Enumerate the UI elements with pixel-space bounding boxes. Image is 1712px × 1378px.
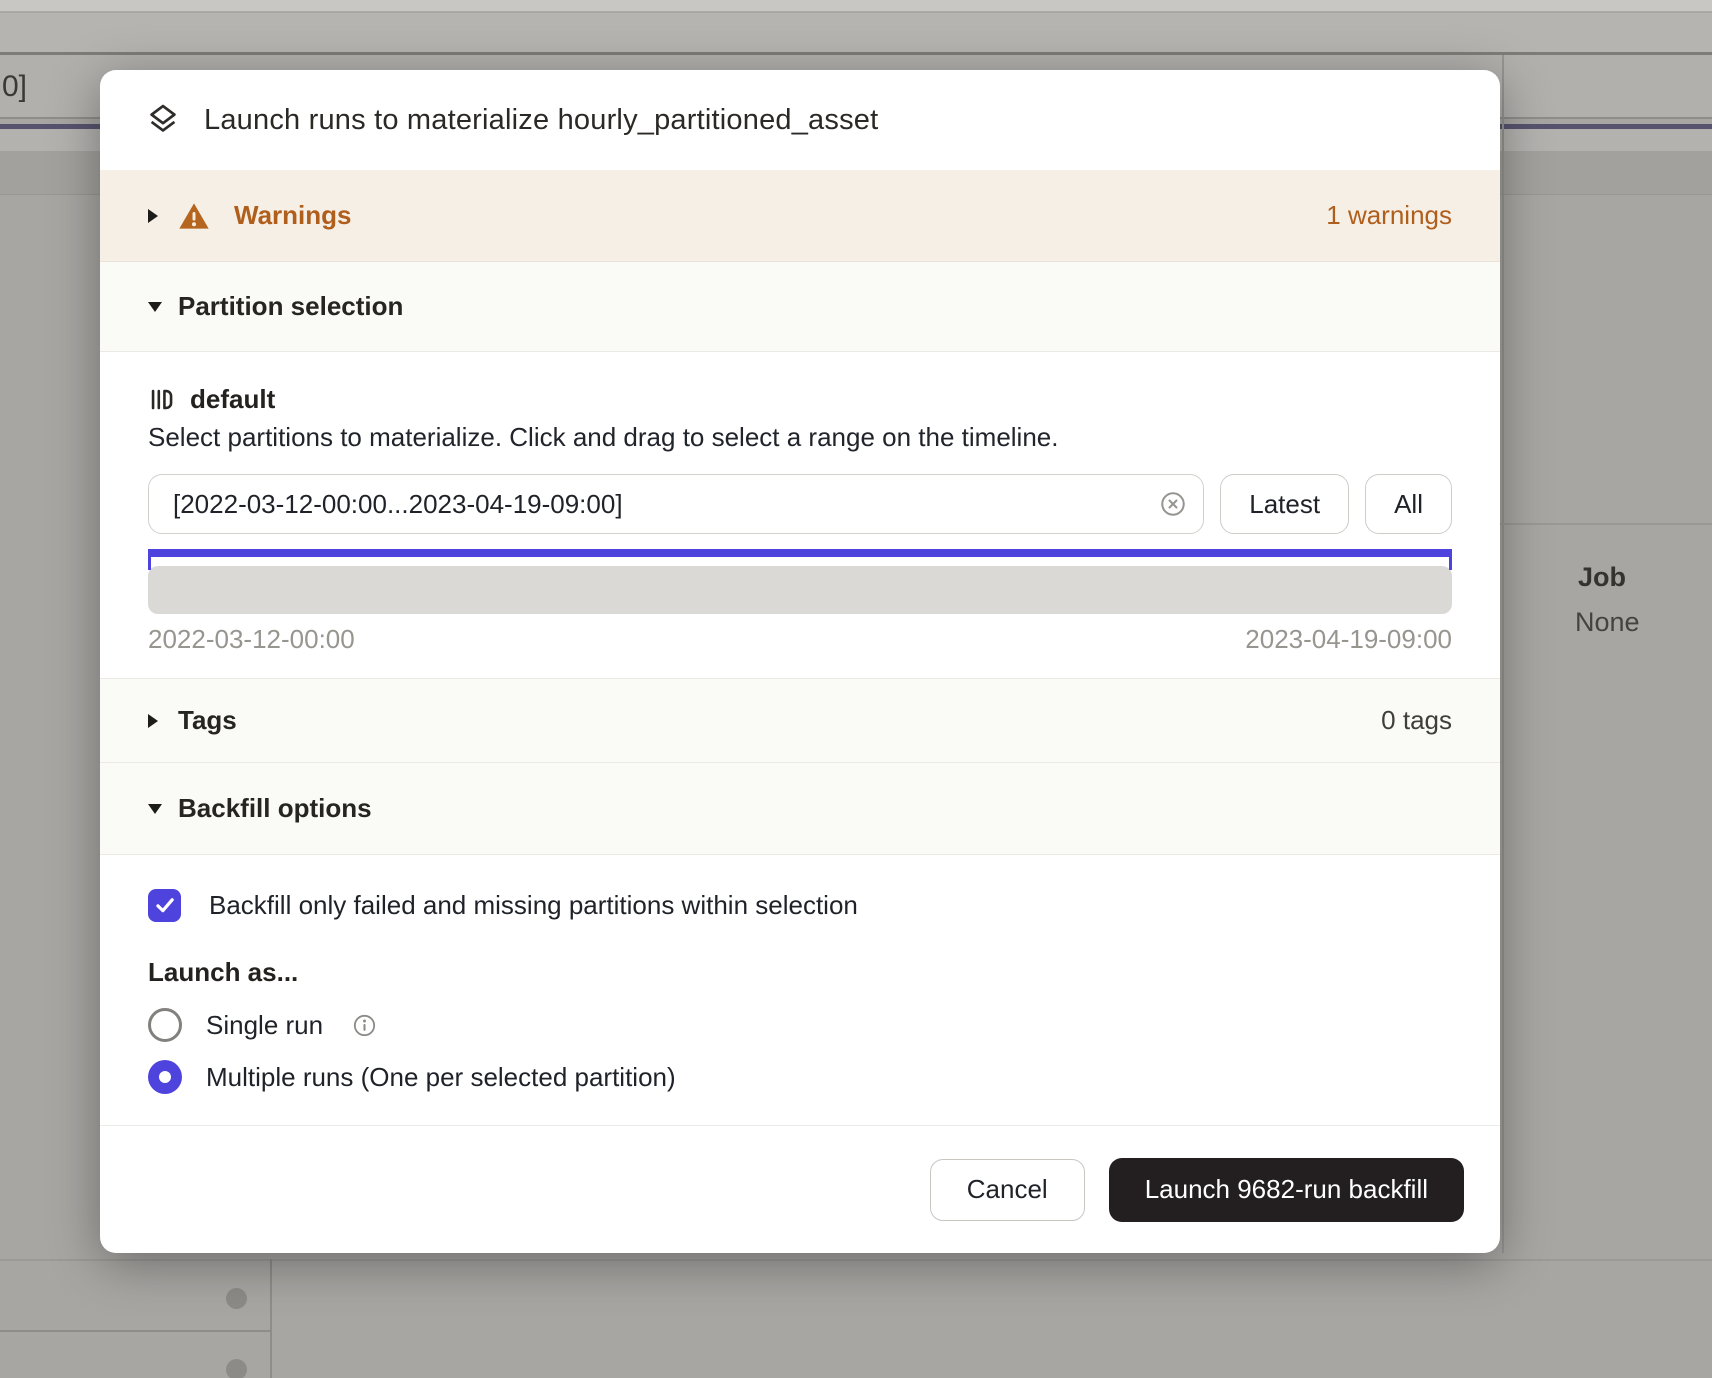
launch-backfill-button[interactable]: Launch 9682-run backfill <box>1109 1158 1464 1222</box>
bg-row-divider <box>0 1259 1712 1261</box>
bg-column-divider <box>1502 55 1504 1253</box>
chevron-down-icon <box>148 302 162 312</box>
single-run-label: Single run <box>206 1010 323 1041</box>
partition-selection-bar <box>148 549 1452 557</box>
clear-selection-button[interactable] <box>1158 489 1188 519</box>
backfill-options-toggle[interactable]: Backfill options <box>100 763 1500 855</box>
info-icon[interactable] <box>351 1012 378 1039</box>
backfill-checkbox-label: Backfill only failed and missing partiti… <box>209 890 858 921</box>
bg-job-column-value: None <box>1575 607 1640 638</box>
timeline-start-label: 2022-03-12-00:00 <box>148 624 355 655</box>
chevron-right-icon <box>148 209 158 223</box>
backfill-options-body: Backfill only failed and missing partiti… <box>100 855 1500 1125</box>
timeline-end-label: 2023-04-19-09:00 <box>1245 624 1452 655</box>
bg-clipped-text: 0] <box>2 70 27 104</box>
partition-selection-body: default Select partitions to materialize… <box>100 352 1500 678</box>
dialog-title: Launch runs to materialize hourly_partit… <box>204 104 878 137</box>
multiple-runs-label: Multiple runs (One per selected partitio… <box>206 1062 676 1093</box>
warnings-section-toggle[interactable]: Warnings 1 warnings <box>100 170 1500 262</box>
bg-top-band <box>0 0 1712 12</box>
chevron-right-icon <box>148 714 158 728</box>
warnings-count: 1 warnings <box>1326 200 1452 231</box>
tags-section-toggle[interactable]: Tags 0 tags <box>100 678 1500 763</box>
partition-set-icon <box>148 386 175 413</box>
single-run-radio[interactable] <box>148 1008 182 1042</box>
tags-label: Tags <box>178 705 237 736</box>
partition-selection-toggle[interactable]: Partition selection <box>100 262 1500 352</box>
warning-triangle-icon <box>178 200 210 232</box>
latest-button[interactable]: Latest <box>1220 474 1349 534</box>
bg-toolbar-band <box>0 13 1712 52</box>
partition-instructions: Select partitions to materialize. Click … <box>148 422 1452 456</box>
bg-status-dot <box>226 1359 247 1378</box>
bg-column-divider <box>270 1259 272 1378</box>
bg-status-dot <box>226 1288 247 1309</box>
launch-as-label: Launch as... <box>148 957 1452 991</box>
tags-count: 0 tags <box>1381 705 1452 736</box>
partition-selection-label: Partition selection <box>178 291 403 322</box>
bg-row-divider <box>1500 523 1712 525</box>
partition-dimension-name: default <box>190 384 275 415</box>
dialog-header: Launch runs to materialize hourly_partit… <box>100 70 1500 170</box>
warnings-label: Warnings <box>234 200 351 231</box>
all-button[interactable]: All <box>1365 474 1452 534</box>
partition-timeline[interactable] <box>148 566 1452 614</box>
backfill-failed-missing-checkbox[interactable] <box>148 889 181 922</box>
partition-range-input[interactable] <box>148 474 1204 534</box>
bg-job-column-header: Job <box>1578 562 1626 593</box>
asset-layers-icon <box>144 101 182 139</box>
bg-row-divider <box>0 1330 272 1332</box>
chevron-down-icon <box>148 804 162 814</box>
launch-backfill-dialog: Launch runs to materialize hourly_partit… <box>100 70 1500 1253</box>
multiple-runs-radio[interactable] <box>148 1060 182 1094</box>
cancel-button[interactable]: Cancel <box>930 1159 1085 1221</box>
dialog-footer: Cancel Launch 9682-run backfill <box>100 1125 1500 1253</box>
backfill-options-label: Backfill options <box>178 793 372 824</box>
